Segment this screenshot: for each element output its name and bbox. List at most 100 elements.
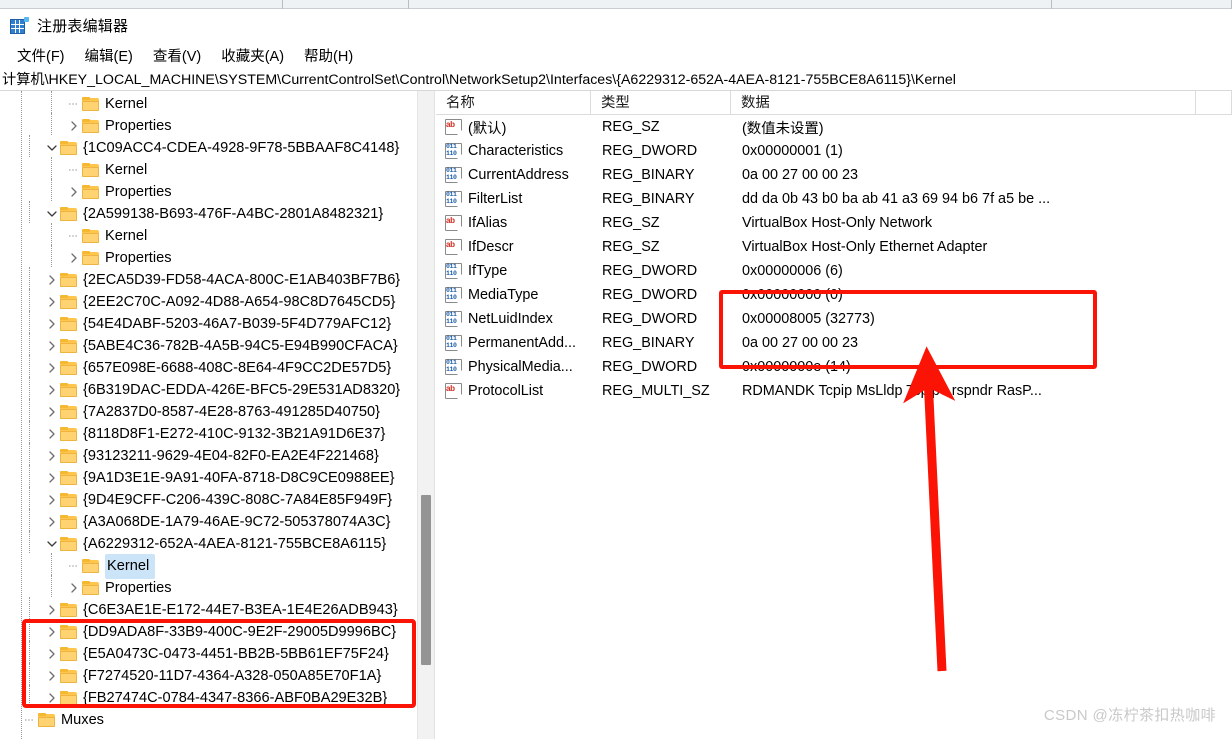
tree-item[interactable]: {A6229312-652A-4AEA-8121-755BCE8A6115} (0, 533, 418, 555)
tree-item[interactable]: {8118D8F1-E272-410C-9132-3B21A91D6E37} (0, 423, 418, 445)
value-row[interactable]: 011 110 FilterList REG_BINARY dd da 0b 43 b0… (436, 187, 1232, 211)
chevron-right-icon[interactable] (44, 489, 60, 511)
value-row[interactable]: ab IfAlias REG_SZ VirtualBox Host-Only Netw… (436, 211, 1232, 235)
tree-item[interactable]: {2EE2C70C-A092-4D88-A654-98C8D7645CD5} (0, 291, 418, 313)
column-header-name[interactable]: 名称 (436, 90, 591, 115)
folder-icon (60, 295, 77, 309)
value-row[interactable]: 011 110 NetLuidIndex REG_DWORD 0x00008005 (3… (436, 307, 1232, 331)
tree-guide-line (29, 311, 30, 333)
tree-item-label: {9D4E9CFF-C206-439C-808C-7A84E85F949F} (83, 492, 393, 508)
value-data: 0a 00 27 00 00 23 (742, 335, 859, 351)
tree-item[interactable]: Kernel (0, 225, 418, 247)
tree-item[interactable]: {E5A0473C-0473-4451-BB2B-5BB61EF75F24} (0, 643, 418, 665)
tree-item[interactable]: {9A1D3E1E-9A91-40FA-8718-D8C9CE0988EE} (0, 467, 418, 489)
tree-guide-line (29, 333, 30, 355)
tree-item[interactable]: Kernel (0, 93, 418, 115)
chevron-right-icon[interactable] (44, 599, 60, 621)
chevron-right-icon[interactable] (44, 665, 60, 687)
tree-item[interactable]: {FB27474C-0784-4347-8366-ABF0BA29E32B} (0, 687, 418, 709)
window-top-strip (0, 0, 1232, 9)
tree-item[interactable]: {54E4DABF-5203-46A7-B039-5F4D779AFC12} (0, 313, 418, 335)
tree-item[interactable]: {DD9ADA8F-33B9-400C-9E2F-29005D9996BC} (0, 621, 418, 643)
value-data: 0x00000006 (6) (742, 263, 843, 279)
folder-icon (60, 427, 77, 441)
registry-tree-pane[interactable]: Kernel Properties {1C09ACC4-CDEA-4928-9F78… (0, 91, 435, 739)
tree-item[interactable]: {1C09ACC4-CDEA-4928-9F78-5BBAAF8C4148} (0, 137, 418, 159)
chevron-right-icon[interactable] (44, 423, 60, 445)
chevron-right-icon[interactable] (44, 687, 60, 709)
chevron-right-icon[interactable] (44, 291, 60, 313)
chevron-down-icon[interactable] (44, 203, 60, 225)
tree-item[interactable]: {6B319DAC-EDDA-426E-BFC5-29E531AD8320} (0, 379, 418, 401)
tree-item[interactable]: {5ABE4C36-782B-4A5B-94C5-E94B990CFACA} (0, 335, 418, 357)
chevron-right-icon[interactable] (44, 401, 60, 423)
tree-item[interactable]: Muxes (0, 709, 418, 731)
value-row[interactable]: 011 110 Characteristics REG_DWORD 0x00000001… (436, 139, 1232, 163)
tree-item[interactable]: {9D4E9CFF-C206-439C-808C-7A84E85F949F} (0, 489, 418, 511)
tree-item[interactable]: {93123211-9629-4E04-82F0-EA2E4F221468} (0, 445, 418, 467)
chevron-right-icon[interactable] (66, 577, 82, 599)
registry-tree[interactable]: Kernel Properties {1C09ACC4-CDEA-4928-9F78… (0, 91, 418, 731)
chevron-right-icon[interactable] (44, 445, 60, 467)
tree-item-label: {2ECA5D39-FD58-4ACA-800C-E1AB403BF7B6} (83, 272, 401, 288)
registry-values-pane[interactable]: 名称 类型 数据 ab (默认) REG_SZ (数值未设置) 011 110 Charac… (436, 90, 1232, 739)
chevron-right-icon[interactable] (44, 467, 60, 489)
tree-item[interactable]: {C6E3AE1E-E172-44E7-B3EA-1E4E26ADB943} (0, 599, 418, 621)
chevron-right-icon[interactable] (44, 511, 60, 533)
address-bar[interactable]: 计算机\HKEY_LOCAL_MACHINE\SYSTEM\CurrentCon… (0, 68, 1232, 91)
value-row[interactable]: 011 110 PermanentAdd... REG_BINARY 0a 00 27 … (436, 331, 1232, 355)
tree-item-label: {5ABE4C36-782B-4A5B-94C5-E94B990CFACA} (83, 338, 398, 354)
value-row[interactable]: 011 110 CurrentAddress REG_BINARY 0a 00 27 0… (436, 163, 1232, 187)
chevron-right-icon[interactable] (66, 247, 82, 269)
value-row[interactable]: 011 110 IfType REG_DWORD 0x00000006 (6) (436, 259, 1232, 283)
menu-item-edit[interactable]: 编辑(E) (75, 43, 143, 68)
menu-item-help[interactable]: 帮助(H) (294, 43, 363, 68)
values-list[interactable]: ab (默认) REG_SZ (数值未设置) 011 110 Characteristics… (436, 115, 1232, 403)
tree-item-label: Kernel (105, 162, 148, 178)
tree-item[interactable]: {7A2837D0-8587-4E28-8763-491285D40750} (0, 401, 418, 423)
tree-item[interactable]: Properties (0, 115, 418, 137)
value-row[interactable]: 011 110 PhysicalMedia... REG_DWORD 0x0000000… (436, 355, 1232, 379)
chevron-right-icon[interactable] (44, 379, 60, 401)
tree-item[interactable]: {F7274520-11D7-4364-A328-050A85E70F1A} (0, 665, 418, 687)
tree-item[interactable]: {2ECA5D39-FD58-4ACA-800C-E1AB403BF7B6} (0, 269, 418, 291)
menu-item-favorites[interactable]: 收藏夹(A) (211, 43, 294, 68)
value-name: CurrentAddress (468, 167, 569, 183)
tree-leaf-connector (66, 225, 82, 247)
chevron-right-icon[interactable] (44, 357, 60, 379)
chevron-down-icon[interactable] (44, 533, 60, 555)
chevron-right-icon[interactable] (44, 643, 60, 665)
tree-guide-line (29, 355, 30, 377)
tree-item-label: {A6229312-652A-4AEA-8121-755BCE8A6115} (83, 536, 387, 552)
registry-path[interactable]: 计算机\HKEY_LOCAL_MACHINE\SYSTEM\CurrentCon… (0, 69, 956, 89)
value-row[interactable]: 011 110 MediaType REG_DWORD 0x00000000 (0) (436, 283, 1232, 307)
chevron-right-icon[interactable] (44, 313, 60, 335)
tree-guide-line (29, 685, 30, 707)
tree-item[interactable]: {657E098E-6688-408C-8E64-4F9CC2DE57D5} (0, 357, 418, 379)
tree-item[interactable]: Properties (0, 247, 418, 269)
chevron-right-icon[interactable] (44, 269, 60, 291)
tree-scrollbar-thumb[interactable] (421, 495, 431, 665)
tree-item-label: Kernel (105, 228, 148, 244)
chevron-right-icon[interactable] (66, 115, 82, 137)
value-row[interactable]: ab IfDescr REG_SZ VirtualBox Host-Only Ethe… (436, 235, 1232, 259)
tree-scrollbar[interactable] (417, 91, 434, 739)
column-header-data[interactable]: 数据 (731, 90, 1196, 115)
tree-item[interactable]: {A3A068DE-1A79-46AE-9C72-505378074A3C} (0, 511, 418, 533)
chevron-right-icon[interactable] (66, 181, 82, 203)
value-row[interactable]: ab ProtocolList REG_MULTI_SZ RDMANDK Tcpip … (436, 379, 1232, 403)
tree-item[interactable]: Kernel (0, 159, 418, 181)
menu-item-file[interactable]: 文件(F) (7, 43, 75, 68)
tree-leaf-connector (22, 709, 38, 731)
value-row[interactable]: ab (默认) REG_SZ (数值未设置) (436, 115, 1232, 139)
menu-item-view[interactable]: 查看(V) (143, 43, 211, 68)
column-header-type[interactable]: 类型 (591, 90, 731, 115)
chevron-right-icon[interactable] (44, 621, 60, 643)
tree-item[interactable]: Kernel (0, 553, 418, 579)
tree-item[interactable]: Properties (0, 577, 418, 599)
chevron-right-icon[interactable] (44, 335, 60, 357)
tree-item[interactable]: {2A599138-B693-476F-A4BC-2801A8482321} (0, 203, 418, 225)
folder-icon (60, 647, 77, 661)
chevron-down-icon[interactable] (44, 137, 60, 159)
tree-item[interactable]: Properties (0, 181, 418, 203)
